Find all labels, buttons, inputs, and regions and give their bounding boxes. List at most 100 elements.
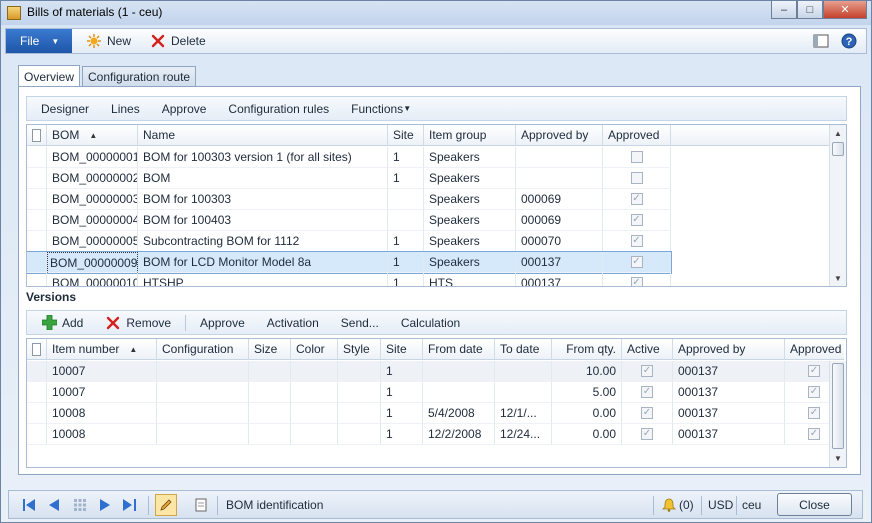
notification-count[interactable]: (0)	[679, 498, 694, 512]
row-selector[interactable]	[27, 210, 47, 231]
table-row[interactable]: 10008 1 12/2/2008 12/24... 0.00 ✓ 000137 ✓	[27, 424, 844, 445]
company-indicator[interactable]: ceu	[742, 498, 761, 512]
table-row[interactable]: BOM_00000005 Subcontracting BOM for 1112 1…	[27, 231, 671, 252]
column-header-approved-by[interactable]: Approved by	[516, 125, 603, 146]
column-header-style[interactable]: Style	[338, 339, 381, 360]
checked-checkbox[interactable]: ✓	[630, 193, 643, 205]
row-selector[interactable]	[27, 252, 47, 273]
approve-button[interactable]: Approve	[162, 102, 207, 116]
bom-grid-scrollbar[interactable]: ▲ ▼	[829, 125, 846, 286]
checked-checkbox[interactable]: ✓	[808, 365, 820, 377]
minimize-button[interactable]: –	[771, 1, 797, 19]
row-selector[interactable]	[27, 273, 47, 286]
send-button[interactable]: Send...	[341, 316, 379, 330]
table-row[interactable]: BOM_00000004 BOM for 100403 Speakers 000069…	[27, 210, 671, 231]
table-row[interactable]: BOM_00000009 BOM for LCD Monitor Model 8a…	[27, 251, 672, 274]
last-record-icon[interactable]	[121, 497, 137, 513]
remove-button[interactable]: Remove	[105, 315, 171, 331]
column-header-item-group[interactable]: Item group	[424, 125, 516, 146]
scroll-up-icon[interactable]: ▲	[830, 125, 846, 141]
checked-checkbox[interactable]: ✓	[641, 428, 653, 440]
column-header-active[interactable]: Active	[622, 339, 673, 360]
checked-checkbox[interactable]: ✓	[808, 407, 820, 419]
configuration-rules-button[interactable]: Configuration rules	[228, 102, 329, 116]
column-header-approved[interactable]: Approved	[603, 125, 671, 146]
functions-menu-button[interactable]: Functions ▼	[351, 102, 411, 116]
checked-checkbox[interactable]: ✓	[641, 407, 653, 419]
table-row[interactable]: 10007 1 5.00 ✓ 000137 ✓	[27, 382, 844, 403]
layout-icon[interactable]	[812, 32, 830, 50]
checked-checkbox[interactable]: ✓	[641, 386, 653, 398]
bom-cell: BOM_00000001	[47, 147, 138, 168]
lines-button[interactable]: Lines	[111, 102, 140, 116]
table-row[interactable]: 10008 1 5/4/2008 12/1/... 0.00 ✓ 000137 ✓	[27, 403, 844, 424]
checked-checkbox[interactable]: ✓	[641, 365, 653, 377]
checked-checkbox[interactable]: ✓	[630, 214, 643, 226]
file-menu-button[interactable]: File ▼	[6, 29, 72, 53]
table-row[interactable]: BOM_00000001 BOM for 100303 version 1 (fo…	[27, 147, 671, 168]
versions-grid-scrollbar[interactable]: ▼	[829, 361, 846, 467]
tab-overview[interactable]: Overview	[18, 65, 81, 87]
table-row[interactable]: BOM_00000002 BOM 1 Speakers	[27, 168, 671, 189]
table-row[interactable]: BOM_00000010 HTSHP 1 HTS 000137 ✓	[27, 273, 671, 286]
help-icon[interactable]: ?	[840, 32, 858, 50]
first-record-icon[interactable]	[21, 497, 37, 513]
edit-mode-icon[interactable]	[155, 494, 177, 516]
checked-checkbox[interactable]: ✓	[808, 428, 820, 440]
activation-button[interactable]: Activation	[267, 316, 319, 330]
scroll-down-icon[interactable]: ▼	[830, 270, 846, 286]
currency-indicator[interactable]: USD	[708, 498, 733, 512]
previous-record-icon[interactable]	[46, 497, 62, 513]
row-selector[interactable]	[27, 424, 47, 445]
close-button[interactable]: Close	[777, 493, 852, 516]
column-header-bom[interactable]: BOM ▲	[47, 125, 138, 146]
unchecked-checkbox[interactable]	[630, 172, 643, 184]
table-row[interactable]: 10007 1 10.00 ✓ 000137 ✓	[27, 361, 844, 382]
checked-checkbox[interactable]: ✓	[630, 256, 643, 268]
attachment-icon[interactable]	[193, 497, 209, 513]
next-record-icon[interactable]	[97, 497, 113, 513]
site-cell: 1	[381, 403, 423, 424]
select-all-versions-checkbox[interactable]	[27, 339, 47, 360]
column-header-approved[interactable]: Approved	[785, 339, 844, 360]
column-header-color[interactable]: Color	[291, 339, 338, 360]
table-row[interactable]: BOM_00000003 BOM for 100303 Speakers 000069…	[27, 189, 671, 210]
column-header-site[interactable]: Site	[388, 125, 424, 146]
calculation-button[interactable]: Calculation	[401, 316, 460, 330]
column-header-configuration[interactable]: Configuration	[157, 339, 249, 360]
grid-view-icon[interactable]	[72, 497, 88, 513]
add-button[interactable]: Add	[41, 315, 83, 331]
bell-icon[interactable]	[661, 497, 677, 513]
column-header-item-number[interactable]: Item number ▲	[47, 339, 157, 360]
new-button[interactable]: New	[86, 32, 131, 50]
column-header-from-qty[interactable]: From qty.	[552, 339, 622, 360]
row-selector[interactable]	[27, 382, 47, 403]
color-cell	[291, 361, 338, 382]
designer-button[interactable]: Designer	[41, 102, 89, 116]
column-header-to-date[interactable]: To date	[495, 339, 552, 360]
column-header-size[interactable]: Size	[249, 339, 291, 360]
row-selector[interactable]	[27, 189, 47, 210]
row-selector[interactable]	[27, 403, 47, 424]
unchecked-checkbox[interactable]	[630, 151, 643, 163]
select-all-checkbox[interactable]	[27, 125, 47, 146]
row-selector[interactable]	[27, 168, 47, 189]
column-header-name[interactable]: Name	[138, 125, 388, 146]
column-header-approved-by[interactable]: Approved by	[673, 339, 785, 360]
scroll-down-icon[interactable]: ▼	[830, 450, 846, 466]
tab-configuration-route[interactable]: Configuration route	[82, 66, 197, 87]
maximize-button[interactable]: □	[797, 1, 823, 19]
approve-version-button[interactable]: Approve	[200, 316, 245, 330]
column-header-site[interactable]: Site	[381, 339, 423, 360]
checked-checkbox[interactable]: ✓	[630, 277, 643, 286]
checked-checkbox[interactable]: ✓	[808, 386, 820, 398]
checked-checkbox[interactable]: ✓	[630, 235, 643, 247]
delete-button[interactable]: Delete	[150, 32, 206, 50]
row-selector[interactable]	[27, 361, 47, 382]
row-selector[interactable]	[27, 147, 47, 168]
scroll-thumb[interactable]	[832, 142, 844, 156]
scroll-thumb[interactable]	[832, 363, 844, 449]
close-window-button[interactable]: ✕	[823, 1, 867, 19]
column-header-from-date[interactable]: From date	[423, 339, 495, 360]
row-selector[interactable]	[27, 231, 47, 252]
